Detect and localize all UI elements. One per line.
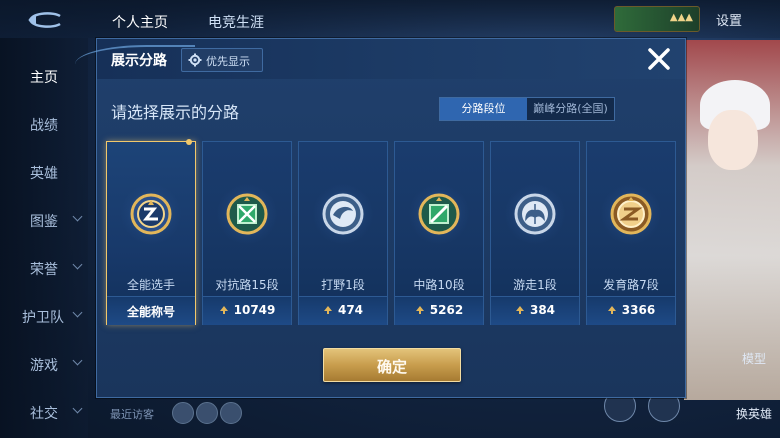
currency-badge[interactable]: ▲▲▲	[614, 6, 700, 32]
lane-card-jungle[interactable]: 打野1段 474	[298, 141, 388, 325]
sidebar-item-heroes[interactable]: 英雄	[0, 152, 88, 192]
sidebar-item-social[interactable]: 社交	[0, 392, 88, 432]
tab-esports-career[interactable]: 电竞生涯	[208, 12, 264, 32]
chevron-down-icon	[72, 355, 83, 366]
lane-name: 发育路7段	[603, 278, 659, 292]
lane-value-wrap: 474	[299, 303, 387, 317]
lane-value-wrap: 10749	[203, 303, 291, 317]
rank-up-icon	[415, 306, 424, 314]
settings-button[interactable]: 设置	[716, 10, 742, 29]
model-label[interactable]: 模型	[742, 350, 766, 367]
sidebar-item-honor[interactable]: 荣誉	[0, 248, 88, 288]
chevron-down-icon	[72, 259, 83, 270]
lane-value-bar: 3366	[587, 296, 675, 325]
avatar[interactable]	[220, 402, 242, 424]
rank-up-icon	[323, 306, 332, 314]
chevron-down-icon	[72, 403, 83, 414]
dialog-title-bar: 展示分路 优先显示	[75, 39, 685, 79]
lane-card-roam[interactable]: 游走1段 384	[490, 141, 580, 325]
sidebar-item-gallery[interactable]: 图鉴	[0, 200, 88, 240]
toggle-lane-rank[interactable]: 分路段位	[440, 98, 527, 120]
lane-value: 384	[529, 303, 556, 317]
clash-lane-emblem-icon	[226, 193, 268, 235]
lane-display-dialog: 展示分路 优先显示 请选择展示的分路 分路段位 巅峰分路(全国) 全能选手 全能…	[75, 38, 686, 398]
lane-value-wrap: 3366	[587, 303, 675, 317]
lane-value-bar: 474	[299, 296, 387, 325]
all-round-emblem-icon	[130, 193, 172, 235]
recent-visitors-label: 最近访客	[110, 408, 154, 421]
sidebar-item-guard[interactable]: 护卫队	[0, 296, 88, 336]
jungle-emblem-icon	[322, 193, 364, 235]
lane-value-bar: 384	[491, 296, 579, 325]
dialog-title: 展示分路	[111, 53, 167, 69]
mid-lane-emblem-icon	[418, 193, 460, 235]
selected-marker	[186, 139, 192, 145]
lane-value-bar: 5262	[395, 296, 483, 325]
farm-lane-emblem-icon	[610, 193, 652, 235]
lane-value: 3366	[621, 303, 656, 317]
lane-name: 游走1段	[513, 278, 557, 292]
change-hero-button[interactable]: 换英雄	[736, 405, 772, 422]
lane-value: 5262	[429, 303, 464, 317]
lane-value-wrap: 5262	[395, 303, 483, 317]
lane-name: 全能选手	[126, 278, 175, 292]
lane-card-clash[interactable]: 对抗路15段 10749	[202, 141, 292, 325]
select-lane-prompt: 请选择展示的分路	[111, 103, 240, 122]
sidebar: 主页 战绩 英雄 图鉴 荣誉 护卫队 游戏 社交	[0, 38, 88, 438]
rank-up-icon	[515, 306, 524, 314]
lane-value: 474	[337, 303, 364, 317]
lane-card-all-round[interactable]: 全能选手 全能称号	[106, 139, 196, 325]
priority-display-button[interactable]: 优先显示	[181, 48, 263, 72]
sidebar-item-record[interactable]: 战绩	[0, 104, 88, 144]
lane-value-bar: 10749	[203, 296, 291, 325]
rank-up-icon	[607, 306, 616, 314]
hero-face	[708, 110, 758, 170]
lane-card-farm[interactable]: 发育路7段 3366	[586, 141, 676, 325]
confirm-button[interactable]: 确定	[323, 348, 461, 382]
lane-value-bar: 全能称号	[107, 296, 195, 325]
lane-card-mid[interactable]: 中路10段 5262	[394, 141, 484, 325]
tab-profile[interactable]: 个人主页	[112, 12, 168, 32]
lane-mode-toggle: 分路段位 巅峰分路(全国)	[439, 97, 615, 121]
roam-emblem-icon	[514, 193, 556, 235]
lane-name: 对抗路15段	[215, 278, 279, 292]
lane-value-wrap: 384	[491, 303, 579, 317]
toggle-peak-lane[interactable]: 巅峰分路(全国)	[527, 98, 614, 120]
sidebar-item-game[interactable]: 游戏	[0, 344, 88, 384]
back-arrow-icon[interactable]	[24, 10, 64, 30]
lane-name: 打野1段	[321, 278, 365, 292]
avatar[interactable]	[172, 402, 194, 424]
chevron-down-icon	[72, 211, 83, 222]
lane-name: 中路10段	[413, 278, 465, 292]
close-icon[interactable]	[645, 45, 673, 73]
lane-value: 全能称号	[126, 305, 175, 319]
gear-icon	[188, 53, 202, 67]
lane-value: 10749	[233, 303, 276, 317]
chevron-down-icon	[72, 307, 83, 318]
confirm-label: 确定	[376, 358, 407, 376]
avatar[interactable]	[196, 402, 218, 424]
rank-up-icon	[219, 306, 228, 314]
